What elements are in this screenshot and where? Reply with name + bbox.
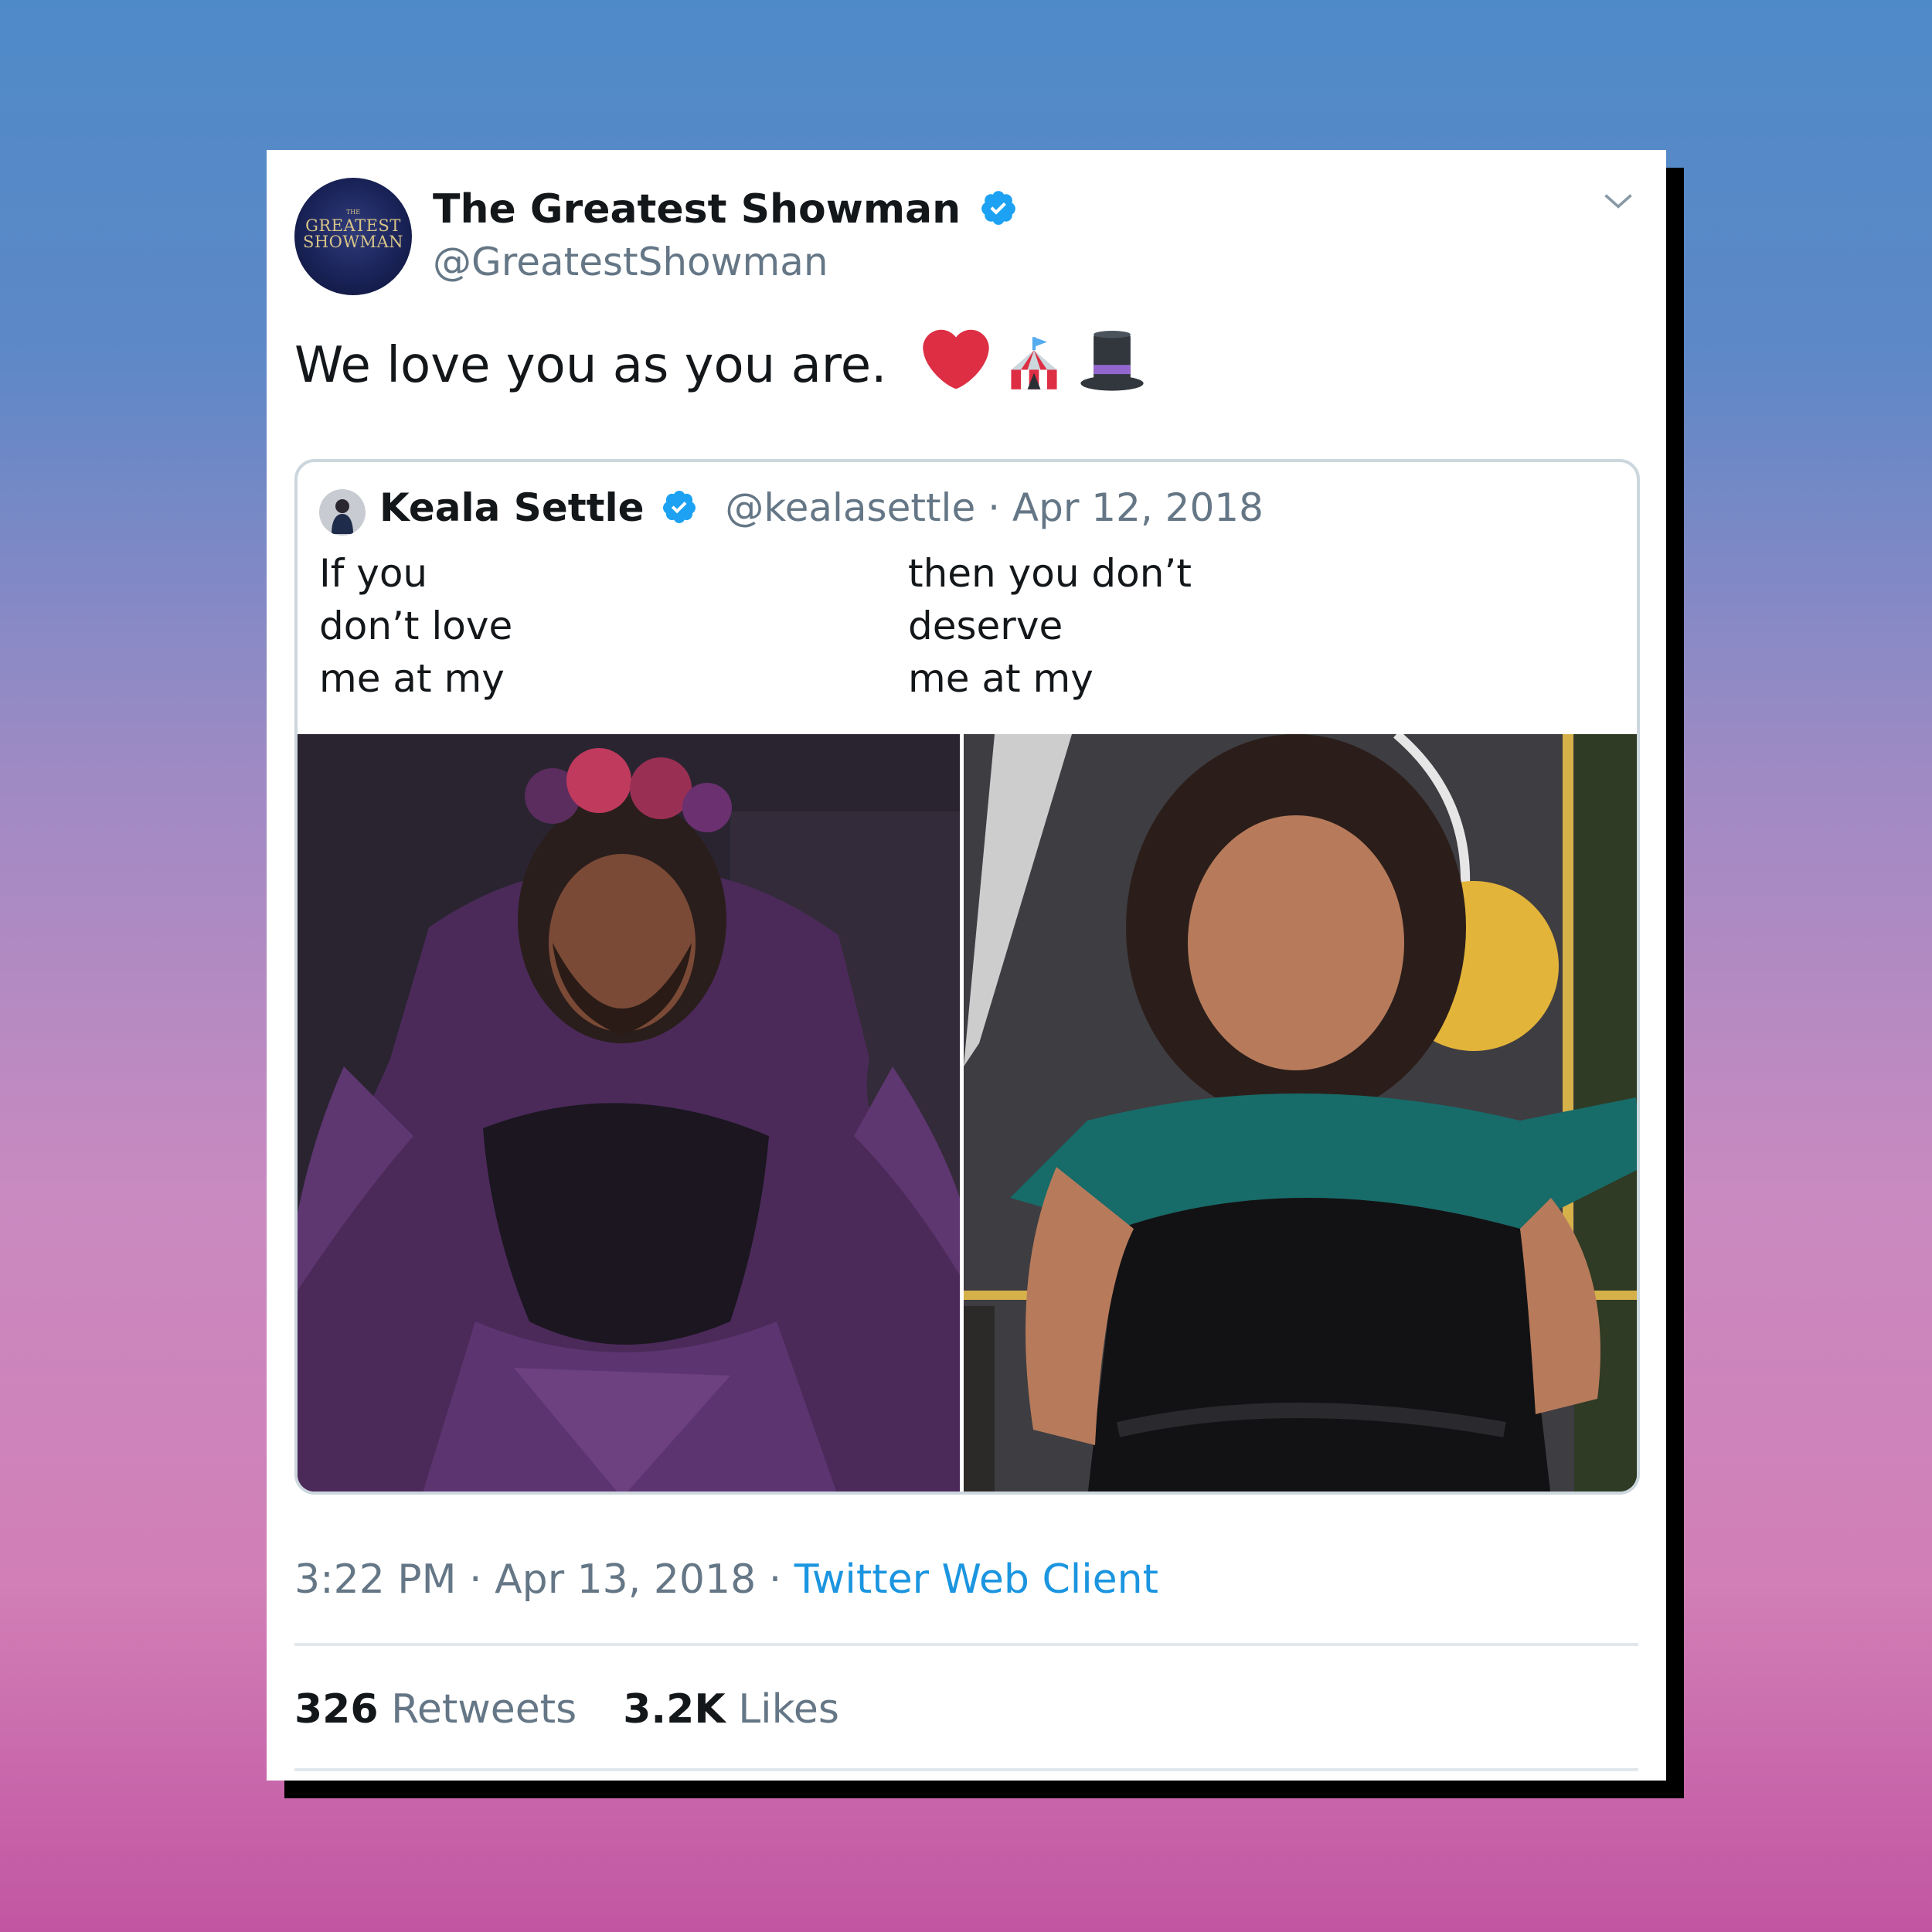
avatar[interactable]: THE GREATEST SHOWMAN xyxy=(294,178,412,295)
quoted-tweet[interactable]: Keala Settle @kealasettle · Apr 12, 2018… xyxy=(294,459,1640,1495)
likes-label: Likes xyxy=(738,1686,839,1733)
quoted-right-line: me at my xyxy=(908,656,1094,701)
author-name[interactable]: The Greatest Showman xyxy=(433,186,1018,233)
quoted-avatar[interactable] xyxy=(319,489,366,536)
top-hat-icon xyxy=(1080,330,1145,391)
photo-stage-costume-illustration xyxy=(298,734,960,1492)
client-link[interactable]: Twitter Web Client xyxy=(794,1556,1158,1603)
likes-stat[interactable]: 3.2K Likes xyxy=(623,1686,839,1733)
heart-icon xyxy=(923,329,989,389)
photo-red-carpet-illustration xyxy=(964,734,1637,1492)
tweet-stats: 326 Retweets 3.2K Likes xyxy=(294,1686,839,1733)
quoted-author[interactable]: Keala Settle @kealasettle · Apr 12, 2018 xyxy=(379,485,1264,530)
divider xyxy=(294,1768,1638,1771)
quoted-left-line: don’t love xyxy=(319,604,513,648)
avatar-logo-small: THE xyxy=(345,209,361,216)
avatar-logo-line1: GREATEST xyxy=(305,216,401,235)
tweet-text: We love you as you are. xyxy=(294,326,1145,394)
quoted-right-line: deserve xyxy=(908,604,1063,648)
chevron-down-icon[interactable] xyxy=(1601,184,1635,218)
tweet-text-content: We love you as you are. xyxy=(294,337,887,394)
quoted-author-name[interactable]: Keala Settle xyxy=(379,485,645,530)
retweets-stat[interactable]: 326 Retweets xyxy=(294,1686,577,1733)
avatar-logo-line2: SHOWMAN xyxy=(302,233,404,251)
quoted-left-line: If you xyxy=(319,551,428,596)
timestamp-text[interactable]: 3:22 PM · Apr 13, 2018 · xyxy=(294,1556,794,1603)
quoted-left-line: me at my xyxy=(319,656,505,701)
quoted-text-right: then you don’t deserve me at my xyxy=(908,547,1192,705)
retweets-label: Retweets xyxy=(391,1686,577,1733)
quoted-right-line: then you don’t xyxy=(908,551,1192,596)
verified-badge-icon xyxy=(981,191,1016,225)
person-icon xyxy=(319,489,366,536)
avatar-logo: GREATEST SHOWMAN xyxy=(294,218,412,250)
tweet-card: THE GREATEST SHOWMAN The Greatest Showma… xyxy=(267,150,1666,1781)
quoted-text-left: If you don’t love me at my xyxy=(319,547,512,705)
divider xyxy=(294,1643,1638,1646)
author-name-text[interactable]: The Greatest Showman xyxy=(433,186,961,233)
author-handle[interactable]: @GreatestShowman xyxy=(433,240,828,284)
circus-tent-icon xyxy=(1011,337,1057,389)
retweets-count: 326 xyxy=(294,1686,379,1733)
quoted-handle-date[interactable]: @kealasettle · Apr 12, 2018 xyxy=(725,485,1264,530)
tweet-timestamp: 3:22 PM · Apr 13, 2018 · Twitter Web Cli… xyxy=(294,1556,1158,1603)
photo-stage-costume[interactable] xyxy=(298,734,960,1492)
likes-count: 3.2K xyxy=(623,1686,726,1733)
verified-badge-icon xyxy=(663,491,696,523)
photo-red-carpet[interactable] xyxy=(964,734,1637,1492)
